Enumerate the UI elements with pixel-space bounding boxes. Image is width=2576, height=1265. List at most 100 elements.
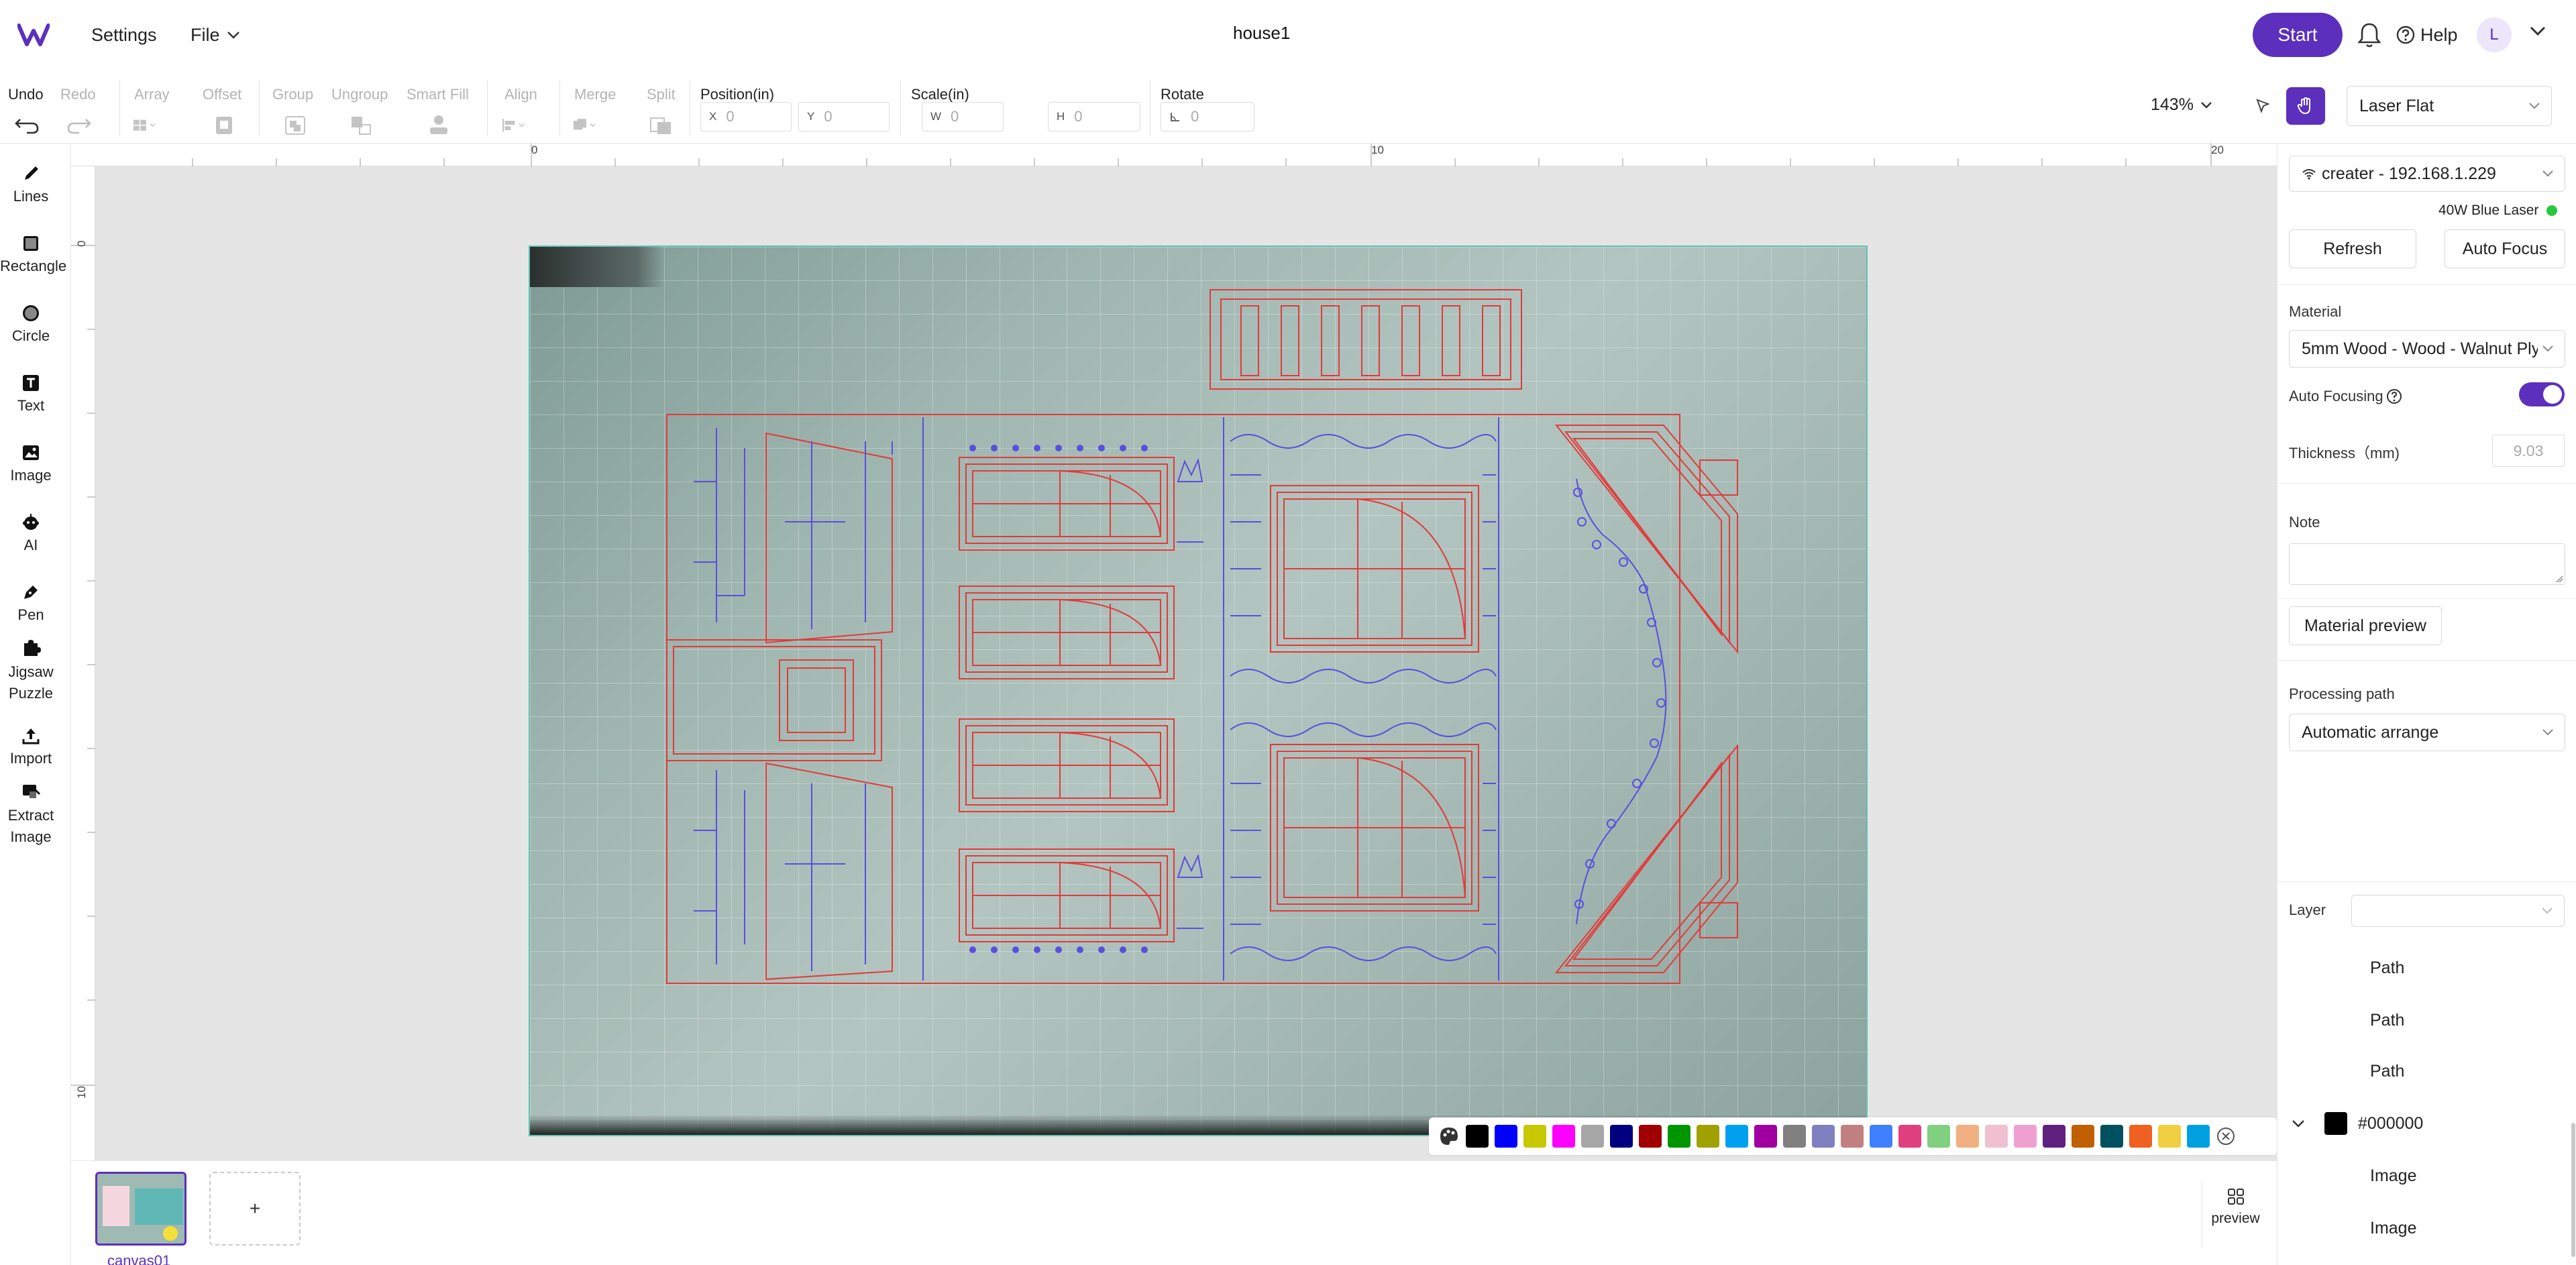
offset-button[interactable]: Offset bbox=[200, 76, 247, 137]
color-swatch[interactable] bbox=[1985, 1125, 2008, 1148]
import-tool[interactable]: Import bbox=[0, 726, 62, 767]
processing-path-select[interactable]: Automatic arrange bbox=[2289, 714, 2565, 751]
color-swatch[interactable] bbox=[2129, 1125, 2152, 1148]
color-swatch[interactable] bbox=[1697, 1125, 1719, 1148]
layer-item[interactable]: Path bbox=[2277, 997, 2576, 1044]
color-swatch[interactable] bbox=[1783, 1125, 1806, 1148]
color-swatch[interactable] bbox=[1956, 1125, 1979, 1148]
preview-button[interactable]: preview bbox=[2202, 1181, 2269, 1248]
color-swatch[interactable] bbox=[1725, 1125, 1748, 1148]
color-swatch[interactable] bbox=[1466, 1125, 1489, 1148]
close-circle-icon[interactable] bbox=[2216, 1126, 2236, 1146]
image-tool[interactable]: Image bbox=[0, 443, 62, 484]
lines-tool[interactable]: Lines bbox=[0, 164, 62, 205]
group-button[interactable]: Group bbox=[272, 76, 319, 137]
color-swatch[interactable] bbox=[2043, 1125, 2065, 1148]
chevron-down-icon[interactable] bbox=[2291, 1119, 2306, 1128]
awning-bottom[interactable] bbox=[765, 762, 893, 981]
layer-select[interactable] bbox=[2351, 895, 2565, 927]
color-swatch[interactable] bbox=[1639, 1125, 1662, 1148]
add-canvas-button[interactable]: + bbox=[209, 1172, 301, 1246]
bell-icon[interactable] bbox=[2356, 20, 2383, 50]
color-swatch[interactable] bbox=[1668, 1125, 1690, 1148]
rotate-input[interactable]: 0 bbox=[1161, 102, 1254, 131]
layer-group[interactable]: #000000 bbox=[2277, 1100, 2576, 1147]
extract-image-tool[interactable]: Extract Image bbox=[0, 781, 62, 848]
refresh-button[interactable]: Refresh bbox=[2289, 229, 2416, 268]
color-swatch[interactable] bbox=[1495, 1125, 1517, 1148]
material-select[interactable]: 5mm Wood - Wood - Walnut Plywood bbox=[2289, 330, 2565, 368]
machine-mode-select[interactable]: Laser Flat bbox=[2347, 86, 2552, 126]
pan-mode-button[interactable] bbox=[2286, 87, 2325, 125]
rectangle-tool[interactable]: Rectangle bbox=[0, 233, 66, 275]
settings-menu[interactable]: Settings bbox=[91, 19, 157, 51]
color-swatch[interactable] bbox=[1552, 1125, 1575, 1148]
color-swatch[interactable] bbox=[1898, 1125, 1921, 1148]
scale-w-input[interactable]: W 0 bbox=[922, 102, 1004, 131]
split-button[interactable]: Split bbox=[641, 76, 682, 137]
door-panel[interactable] bbox=[666, 639, 882, 761]
color-swatch[interactable] bbox=[2072, 1125, 2094, 1148]
resize-handle-icon[interactable] bbox=[2555, 575, 2563, 583]
array-button[interactable]: Array bbox=[131, 76, 178, 137]
auto-focusing-toggle[interactable] bbox=[2519, 382, 2565, 406]
house-design-artwork[interactable] bbox=[530, 247, 1868, 1136]
thickness-input[interactable]: 9.03 bbox=[2492, 435, 2565, 467]
layer-item[interactable]: Image bbox=[2277, 1205, 2576, 1252]
device-select[interactable]: creater - 192.168.1.229 bbox=[2289, 156, 2565, 192]
zoom-select[interactable]: 143% bbox=[2151, 95, 2212, 115]
color-swatch[interactable] bbox=[1927, 1125, 1950, 1148]
auto-focus-button[interactable]: Auto Focus bbox=[2445, 229, 2565, 268]
circle-tool[interactable]: Circle bbox=[0, 303, 62, 345]
color-swatch[interactable] bbox=[1812, 1125, 1835, 1148]
note-textarea[interactable] bbox=[2289, 543, 2565, 585]
design-canvas[interactable] bbox=[95, 166, 2277, 1160]
fence-piece-outline[interactable] bbox=[1210, 289, 1522, 390]
puzzle-icon bbox=[24, 640, 41, 656]
color-swatch[interactable] bbox=[2100, 1125, 2123, 1148]
layer-item[interactable]: Path bbox=[2277, 944, 2576, 991]
ai-tool[interactable]: AI bbox=[0, 512, 62, 554]
layer-color-swatch[interactable] bbox=[2324, 1112, 2347, 1135]
position-x-input[interactable]: X 0 bbox=[700, 102, 792, 131]
color-swatch[interactable] bbox=[1841, 1125, 1864, 1148]
align-button[interactable]: Align bbox=[500, 76, 547, 137]
scale-h-input[interactable]: H 0 bbox=[1048, 102, 1140, 131]
camera-workpiece[interactable] bbox=[529, 245, 1868, 1136]
toolbar-divider bbox=[900, 80, 901, 135]
merge-button[interactable]: Merge bbox=[572, 76, 619, 137]
ungroup-button[interactable]: Ungroup bbox=[331, 76, 392, 137]
smart-fill-button[interactable]: Smart Fill bbox=[407, 76, 474, 137]
text-tool[interactable]: Text bbox=[0, 373, 62, 415]
info-icon[interactable] bbox=[2386, 388, 2402, 404]
start-button[interactable]: Start bbox=[2253, 13, 2343, 57]
color-swatch[interactable] bbox=[2187, 1125, 2210, 1148]
material-preview-button[interactable]: Material preview bbox=[2289, 606, 2442, 645]
color-swatch[interactable] bbox=[1610, 1125, 1633, 1148]
color-swatch[interactable] bbox=[1870, 1125, 1892, 1148]
undo-button[interactable]: Undo bbox=[8, 76, 48, 137]
w-prefix: W bbox=[930, 110, 942, 123]
awning-top[interactable] bbox=[765, 432, 893, 644]
color-swatch[interactable] bbox=[2158, 1125, 2181, 1148]
color-swatch[interactable] bbox=[1581, 1125, 1604, 1148]
redo-button[interactable]: Redo bbox=[60, 76, 101, 137]
canvas-thumbnail[interactable] bbox=[95, 1172, 186, 1246]
app-logo-icon[interactable] bbox=[17, 21, 50, 48]
layer-item[interactable]: Image bbox=[2277, 1152, 2576, 1199]
color-swatch[interactable] bbox=[1754, 1125, 1777, 1148]
avatar[interactable]: L bbox=[2477, 17, 2512, 52]
chevron-down-icon[interactable] bbox=[2529, 25, 2546, 36]
palette-icon[interactable] bbox=[1438, 1125, 1460, 1147]
file-menu[interactable]: File bbox=[191, 19, 240, 51]
pen-tool[interactable]: Pen bbox=[0, 582, 62, 624]
layer-item[interactable]: Path bbox=[2277, 1048, 2576, 1095]
scrollbar[interactable] bbox=[2571, 1123, 2575, 1257]
select-mode-button[interactable] bbox=[2243, 87, 2282, 125]
canvas-name-label[interactable]: canvas01 bbox=[107, 1252, 170, 1265]
position-y-input[interactable]: Y 0 bbox=[798, 102, 890, 131]
color-swatch[interactable] bbox=[1523, 1125, 1546, 1148]
help-button[interactable]: Help bbox=[2396, 20, 2458, 50]
color-swatch[interactable] bbox=[2014, 1125, 2037, 1148]
jigsaw-puzzle-tool[interactable]: Jigsaw Puzzle bbox=[0, 637, 62, 704]
